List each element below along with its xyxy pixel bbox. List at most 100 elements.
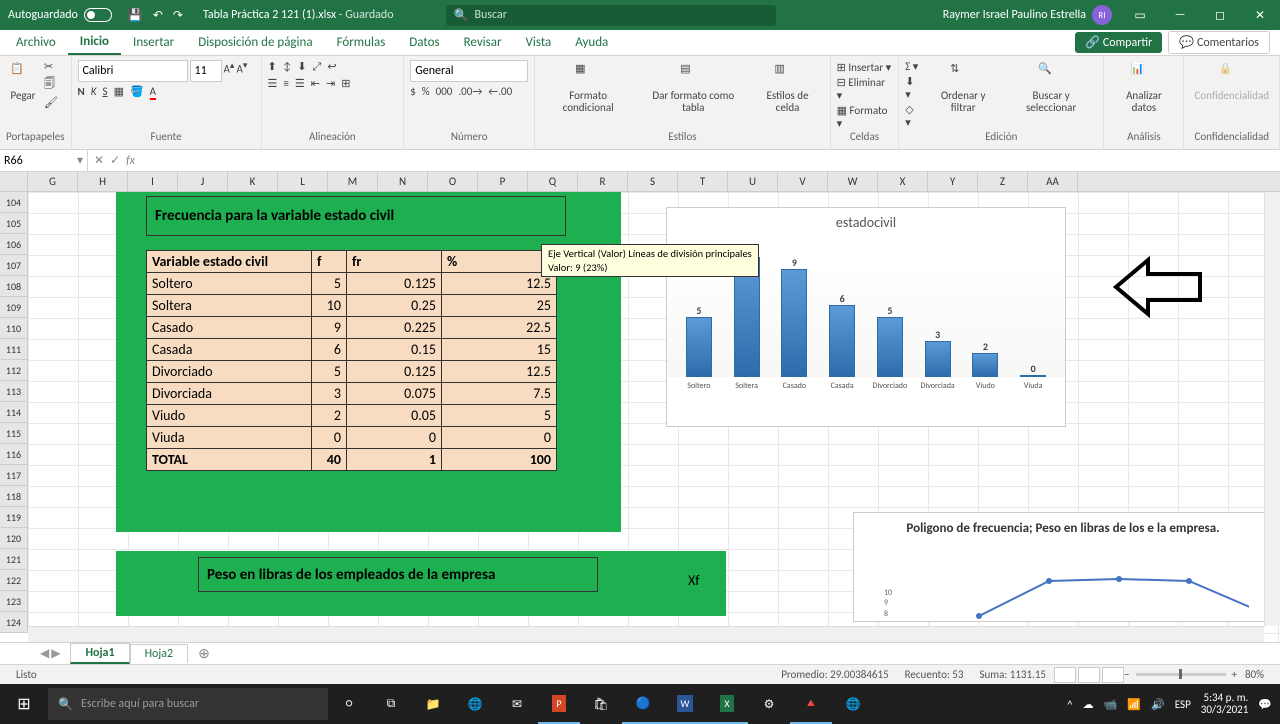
tray-chevron-icon[interactable]: ^ (1067, 698, 1072, 711)
zoom-level[interactable]: 80% (1237, 668, 1272, 681)
table-row[interactable]: Viuda000 (147, 427, 557, 449)
column-headers[interactable]: GHIJKLMNOPQRSTUVWXYZAA (0, 172, 1280, 192)
clear-icon[interactable]: ◇ ▾ (905, 103, 921, 129)
align-right-icon[interactable]: ☰ (295, 77, 305, 90)
row-header[interactable]: 121 (0, 549, 28, 570)
chart-bar[interactable]: 5 (877, 317, 903, 377)
merge-icon[interactable]: ⊞ (341, 77, 350, 90)
table-row[interactable]: Divorciado50.12512.5 (147, 361, 557, 383)
comments-button[interactable]: 💬 Comentarios (1168, 31, 1270, 54)
onedrive-icon[interactable]: ☁ (1083, 698, 1094, 711)
increase-font-icon[interactable]: A▴ (224, 60, 235, 82)
autosum-icon[interactable]: Σ ▾ (905, 60, 921, 73)
chevron-down-icon[interactable]: ▾ (77, 153, 83, 168)
row-header[interactable]: 104 (0, 192, 28, 213)
word-icon[interactable]: W (664, 684, 706, 724)
row-header[interactable]: 114 (0, 402, 28, 423)
row-header[interactable]: 118 (0, 486, 28, 507)
bold-button[interactable]: N (78, 85, 85, 98)
paste-button[interactable]: 📋 Pegar (6, 60, 40, 104)
cortana-icon[interactable]: ○ (328, 684, 370, 724)
toggle-off-icon[interactable] (84, 8, 112, 22)
row-header[interactable]: 113 (0, 381, 28, 402)
row-headers[interactable]: 1041051061071081091101111121131141151161… (0, 192, 28, 633)
meet-now-icon[interactable]: 📹 (1104, 698, 1118, 711)
fill-icon[interactable]: ⬇ ▾ (905, 75, 921, 101)
settings-icon[interactable]: ⚙ (748, 684, 790, 724)
language-indicator[interactable]: ESP (1175, 698, 1191, 711)
table-row[interactable]: Viudo20.055 (147, 405, 557, 427)
borders-icon[interactable]: ▦ (114, 85, 124, 98)
italic-button[interactable]: K (91, 85, 97, 98)
sheet-nav-next-icon[interactable]: ▶ (51, 646, 60, 661)
table-row[interactable]: Soltera100.2525 (147, 295, 557, 317)
col-header[interactable]: M (328, 172, 378, 191)
explorer-icon[interactable]: 📁 (412, 684, 454, 724)
row-header[interactable]: 117 (0, 465, 28, 486)
align-top-icon[interactable]: ⬆ (268, 60, 277, 74)
format-cells-button[interactable]: ▦ Formato ▾ (837, 104, 893, 130)
align-left-icon[interactable]: ☰ (268, 77, 278, 90)
font-name-select[interactable] (78, 60, 188, 82)
vertical-scrollbar[interactable] (1264, 192, 1280, 626)
zoom-out-button[interactable]: − (1124, 668, 1129, 681)
tab-disposicion[interactable]: Disposición de página (186, 31, 324, 54)
fx-icon[interactable]: fx (126, 154, 135, 168)
col-header[interactable]: AA (1028, 172, 1078, 191)
percent-icon[interactable]: % (422, 85, 430, 98)
redo-icon[interactable]: ↷ (173, 8, 183, 23)
bar-chart[interactable]: estadocivil 510965320 SolteroSolteraCasa… (666, 207, 1066, 427)
table-row[interactable]: Divorciada30.0757.5 (147, 383, 557, 405)
table-row[interactable]: Casado90.22522.5 (147, 317, 557, 339)
sheet-tab-hoja2[interactable]: Hoja2 (130, 644, 189, 663)
wifi-icon[interactable]: 📶 (1127, 698, 1141, 711)
currency-icon[interactable]: $ (410, 85, 416, 98)
volume-icon[interactable]: 🔊 (1151, 698, 1165, 711)
start-button[interactable]: ⊞ (0, 694, 48, 714)
enter-formula-icon[interactable]: ✓ (110, 153, 120, 168)
font-size-select[interactable] (190, 60, 222, 82)
col-header[interactable]: L (278, 172, 328, 191)
col-header[interactable]: K (228, 172, 278, 191)
tab-vista[interactable]: Vista (514, 31, 564, 54)
account-button[interactable]: Raymer Israel Paulino Estrella RI (935, 5, 1120, 25)
row-header[interactable]: 111 (0, 339, 28, 360)
wrap-text-icon[interactable]: ↩ (327, 60, 336, 74)
table-row[interactable]: Soltero50.12512.5 (147, 273, 557, 295)
col-header[interactable]: W (828, 172, 878, 191)
row-header[interactable]: 122 (0, 570, 28, 591)
row-header[interactable]: 123 (0, 591, 28, 612)
search-input[interactable]: 🔍 Buscar (446, 5, 776, 26)
col-header[interactable]: P (478, 172, 528, 191)
row-header[interactable]: 119 (0, 507, 28, 528)
frequency-table[interactable]: Variable estado civil f fr % Soltero50.1… (146, 250, 557, 471)
view-pagebreak-icon[interactable] (1102, 667, 1124, 683)
align-bottom-icon[interactable]: ⬇ (297, 60, 306, 74)
zoom-slider[interactable] (1136, 673, 1226, 676)
tab-insertar[interactable]: Insertar (121, 31, 186, 54)
underline-button[interactable]: S (103, 85, 108, 98)
line-chart[interactable]: Poligono de frecuencia; Peso en libras d… (853, 512, 1273, 622)
orientation-icon[interactable]: ⤢ (313, 60, 322, 74)
powerpoint-icon[interactable]: P (538, 684, 580, 724)
row-header[interactable]: 110 (0, 318, 28, 339)
thousands-icon[interactable]: 000 (436, 85, 453, 98)
align-middle-icon[interactable]: ↕ (283, 60, 292, 74)
row-header[interactable]: 124 (0, 612, 28, 633)
col-header[interactable]: U (728, 172, 778, 191)
col-header[interactable]: R (578, 172, 628, 191)
col-header[interactable]: X (878, 172, 928, 191)
col-header[interactable]: T (678, 172, 728, 191)
row-header[interactable]: 115 (0, 423, 28, 444)
task-view-icon[interactable]: ⧉ (370, 684, 412, 724)
tab-archivo[interactable]: Archivo (4, 31, 68, 54)
horizontal-scrollbar[interactable] (28, 626, 1264, 642)
col-header[interactable]: Z (978, 172, 1028, 191)
decrease-decimal-icon[interactable]: ←.00 (488, 85, 512, 98)
decrease-font-icon[interactable]: A▾ (237, 60, 248, 82)
chart-bar[interactable]: 5 (686, 317, 712, 377)
tab-formulas[interactable]: Fórmulas (325, 31, 398, 54)
table-row[interactable]: Casada60.1515 (147, 339, 557, 361)
row-header[interactable]: 112 (0, 360, 28, 381)
font-color-icon[interactable]: A (150, 85, 156, 98)
